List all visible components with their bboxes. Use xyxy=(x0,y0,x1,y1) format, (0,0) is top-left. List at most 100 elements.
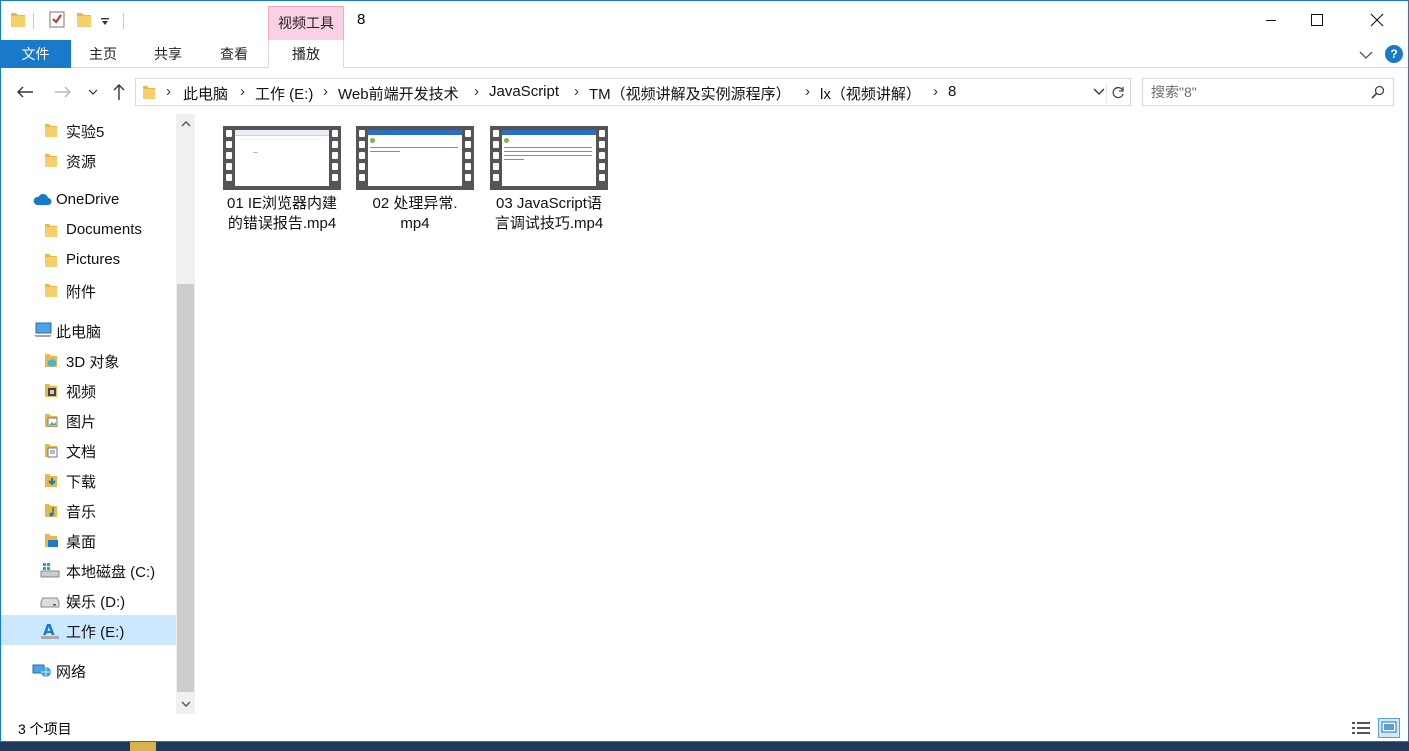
file-list-view[interactable]: 01 IE浏览器内建 的错误报告.mp4 02 处理异常. mp4 03 Jav… xyxy=(196,114,1409,714)
file-name-line: 02 处理异常. xyxy=(372,195,458,212)
breadcrumb-chevron-icon[interactable]: › xyxy=(474,83,479,100)
nav-item-label: 图片 xyxy=(66,414,97,431)
cloud-icon xyxy=(32,192,52,208)
video-thumbnail-icon xyxy=(356,126,474,190)
up-arrow-icon[interactable] xyxy=(110,82,128,102)
separator xyxy=(33,13,34,29)
nav-item-label: 3D 对象 xyxy=(66,354,120,371)
breadcrumb-item[interactable]: JavaScript xyxy=(489,83,559,100)
folder-icon xyxy=(44,282,62,298)
tab-view[interactable]: 查看 xyxy=(201,40,267,68)
item-count: 3 个项目 xyxy=(18,721,72,737)
video-thumbnail-icon xyxy=(490,126,608,190)
forward-arrow-icon[interactable] xyxy=(52,82,74,102)
file-name-line: 言调试技巧.mp4 xyxy=(494,215,604,232)
nav-item-onedrive[interactable]: OneDrive xyxy=(0,185,176,215)
breadcrumb-item[interactable]: 此电脑 xyxy=(183,83,228,104)
back-arrow-icon[interactable] xyxy=(14,82,36,102)
nav-item-downloads[interactable]: 下载 xyxy=(0,465,176,495)
nav-item-3d-objects[interactable]: 3D 对象 xyxy=(0,345,176,375)
nav-item-music[interactable]: 音乐 xyxy=(0,495,176,525)
address-history-chevron-icon[interactable] xyxy=(1092,84,1106,101)
chevron-down-icon[interactable] xyxy=(1359,47,1373,63)
nav-item-documents-lib[interactable]: 文档 xyxy=(0,435,176,465)
nav-item-pictures-od[interactable]: Pictures xyxy=(0,245,176,275)
documents-icon xyxy=(44,442,62,458)
properties-checkmark-icon[interactable] xyxy=(48,10,66,31)
breadcrumb-chevron-icon[interactable]: › xyxy=(805,83,810,100)
breadcrumb-chevron-icon[interactable]: › xyxy=(166,83,171,100)
breadcrumb-item[interactable]: 工作 (E:) xyxy=(255,83,313,104)
nav-item-label: OneDrive xyxy=(56,191,120,208)
nav-item-label: 视频 xyxy=(66,384,97,401)
search-input[interactable] xyxy=(1151,82,1361,102)
nav-item-network[interactable]: 网络 xyxy=(0,655,176,685)
large-icons-view-icon[interactable] xyxy=(1378,718,1400,738)
search-icon[interactable] xyxy=(1371,85,1385,102)
folder-icon[interactable] xyxy=(10,10,26,28)
tab-home[interactable]: 主页 xyxy=(71,40,135,68)
nav-item-fujian[interactable]: 附件 xyxy=(0,275,176,305)
customize-toolbar-dropdown-icon[interactable] xyxy=(100,14,110,30)
breadcrumb-item-current[interactable]: 8 xyxy=(948,83,956,100)
nav-item-desktop[interactable]: 桌面 xyxy=(0,525,176,555)
breadcrumb-item[interactable]: lx（视频讲解） xyxy=(820,83,921,104)
folder-icon xyxy=(142,84,156,103)
breadcrumb-item[interactable]: Web前端开发技术 xyxy=(338,83,459,104)
nav-item-drive-d[interactable]: 娱乐 (D:) xyxy=(0,585,176,615)
nav-item-label: 音乐 xyxy=(66,504,97,521)
taskbar-strip xyxy=(0,742,1409,751)
nav-item-label: 工作 (E:) xyxy=(66,624,125,641)
nav-item-label: Documents xyxy=(66,221,142,238)
nav-item-label: 网络 xyxy=(56,664,87,681)
refresh-icon[interactable] xyxy=(1106,83,1128,103)
nav-pane-scrollbar[interactable] xyxy=(176,114,195,714)
folder-icon xyxy=(44,222,62,238)
minimize-button[interactable] xyxy=(1248,0,1294,40)
breadcrumb-chevron-icon[interactable]: › xyxy=(240,83,245,100)
file-item[interactable]: 02 处理异常. mp4 xyxy=(353,126,477,234)
nav-item-documents[interactable]: Documents xyxy=(0,215,176,245)
folder-icon xyxy=(44,252,62,268)
close-button[interactable] xyxy=(1354,0,1400,40)
nav-item-label: 文档 xyxy=(66,444,97,461)
maximize-button[interactable] xyxy=(1294,0,1340,40)
nav-item-this-pc[interactable]: 此电脑 xyxy=(0,315,176,345)
nav-item-drive-e[interactable]: A 工作 (E:) xyxy=(0,615,176,645)
status-bar: 3 个项目 xyxy=(0,714,1409,742)
video-thumbnail-icon xyxy=(223,126,341,190)
nav-item-label: 下载 xyxy=(66,474,97,491)
video-tools-context-tab: 视频工具 xyxy=(268,6,344,40)
tab-play[interactable]: 播放 xyxy=(268,40,344,69)
breadcrumb-chevron-icon[interactable]: › xyxy=(933,83,938,100)
file-name-line: 03 JavaScript语 xyxy=(496,195,602,212)
nav-item-videos[interactable]: 视频 xyxy=(0,375,176,405)
drive-icon xyxy=(40,592,60,608)
pictures-icon xyxy=(44,412,62,428)
address-bar[interactable]: › 此电脑 › 工作 (E:) › Web前端开发技术 › JavaScript… xyxy=(135,78,1131,106)
scroll-down-icon[interactable] xyxy=(176,694,195,714)
scrollbar-thumb[interactable] xyxy=(177,284,194,692)
breadcrumb-chevron-icon[interactable]: › xyxy=(574,83,579,100)
breadcrumb-item[interactable]: TM（视频讲解及实例源程序） xyxy=(589,83,791,104)
help-icon[interactable]: ? xyxy=(1385,45,1403,63)
computer-icon xyxy=(33,322,53,338)
scroll-up-icon[interactable] xyxy=(176,114,195,134)
file-item[interactable]: 03 JavaScript语 言调试技巧.mp4 xyxy=(487,126,611,234)
nav-item-pictures[interactable]: 图片 xyxy=(0,405,176,435)
nav-item-drive-c[interactable]: 本地磁盘 (C:) xyxy=(0,555,176,585)
windows-drive-icon xyxy=(40,562,60,578)
new-folder-icon[interactable] xyxy=(76,10,92,31)
breadcrumb-chevron-icon[interactable]: › xyxy=(323,83,328,100)
recent-locations-chevron-icon[interactable] xyxy=(86,82,100,102)
taskbar-app-icon[interactable] xyxy=(130,742,156,751)
nav-item-shiyan5[interactable]: 实验5 xyxy=(0,115,176,145)
nav-item-label: 桌面 xyxy=(66,534,97,551)
tab-share[interactable]: 共享 xyxy=(135,40,201,68)
file-item[interactable]: 01 IE浏览器内建 的错误报告.mp4 xyxy=(220,126,344,234)
details-view-icon[interactable] xyxy=(1351,719,1371,737)
tab-file[interactable]: 文件 xyxy=(0,40,71,68)
file-name-line: 01 IE浏览器内建 xyxy=(226,195,338,212)
drive-a-icon: A xyxy=(40,621,60,639)
nav-item-ziyuan[interactable]: 资源 xyxy=(0,145,176,175)
